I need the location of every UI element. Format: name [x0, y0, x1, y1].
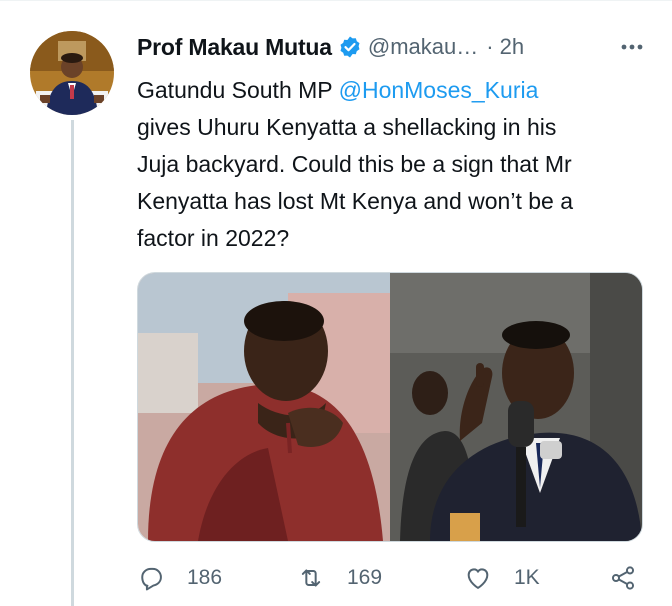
photo-man-in-red-shirt	[138, 273, 390, 541]
heart-icon	[467, 568, 489, 589]
thread-connector-line	[71, 120, 74, 606]
avatar-image	[30, 31, 114, 115]
author-display-name[interactable]: Prof Makau Mutua	[137, 34, 332, 61]
author-handle[interactable]: @makau…	[368, 34, 478, 60]
reply-button[interactable]: 186	[137, 560, 222, 596]
retweet-count: 169	[347, 566, 383, 589]
tweet-text-line-5: factor in 2022?	[137, 225, 290, 251]
like-count: 1K	[514, 566, 540, 589]
retweet-button[interactable]: 169	[297, 560, 382, 596]
more-options-button[interactable]	[617, 32, 647, 62]
like-button[interactable]: 1K	[464, 560, 540, 596]
reply-count: 186	[187, 566, 223, 589]
tweet-media[interactable]	[137, 272, 643, 542]
media-photo-right[interactable]	[390, 273, 642, 541]
verified-badge-icon	[340, 36, 360, 58]
tweet-text-line-1: Gatundu South MP @HonMoses_Kuria	[137, 72, 647, 109]
more-dots-icon	[621, 44, 643, 50]
tweet-text-prefix: Gatundu South MP	[137, 77, 339, 103]
tweet-actions: 186 169 1K	[137, 560, 647, 596]
retweet-icon	[301, 569, 321, 587]
avatar[interactable]	[30, 31, 114, 115]
media-photo-left[interactable]	[138, 273, 390, 541]
tweet-text-line-4: Kenyatta has lost Mt Kenya and won’t be …	[137, 188, 573, 214]
photo-man-speaking-at-microphone	[390, 273, 642, 541]
mention-link[interactable]: @HonMoses_Kuria	[339, 77, 539, 103]
share-icon	[611, 566, 635, 590]
tweet-text-line-3: Juja backyard. Could this be a sign that…	[137, 151, 572, 177]
share-button[interactable]	[609, 560, 637, 596]
top-divider	[0, 0, 672, 1]
meta-separator: ·	[486, 34, 494, 59]
tweet-text-line-2: gives Uhuru Kenyatta a shellacking in hi…	[137, 114, 557, 140]
reply-icon	[141, 567, 162, 591]
tweet-text: Gatundu South MP @HonMoses_Kuria gives U…	[137, 72, 647, 257]
tweet-header: Prof Makau Mutua @makau… · 2h	[137, 30, 647, 64]
tweet-timestamp[interactable]: 2h	[500, 34, 524, 60]
